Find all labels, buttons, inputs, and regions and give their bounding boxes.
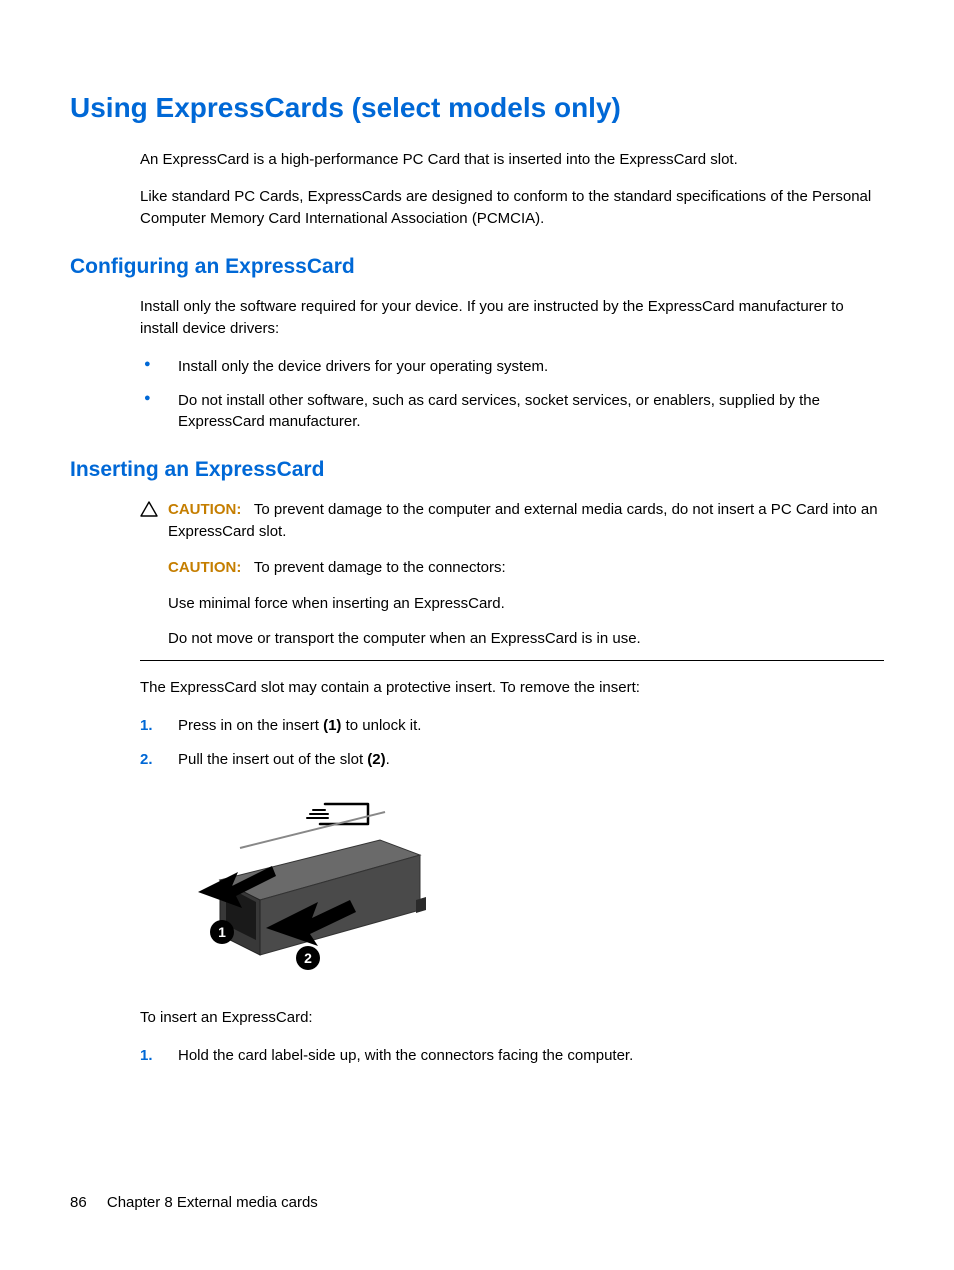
- intro-paragraph-2: Like standard PC Cards, ExpressCards are…: [140, 186, 884, 230]
- step-number: 1.: [140, 1045, 153, 1067]
- step-callout-bold: (1): [323, 717, 341, 734]
- caution-block: CAUTION: To prevent damage to the comput…: [140, 499, 884, 661]
- insert-intro: To insert an ExpressCard:: [140, 1007, 884, 1029]
- list-item: 2. Pull the insert out of the slot (2).: [140, 749, 884, 771]
- step-text: Hold the card label-side up, with the co…: [178, 1047, 633, 1064]
- bullet-item: Do not install other software, such as c…: [140, 390, 884, 434]
- bullet-item: Install only the device drivers for your…: [140, 356, 884, 378]
- remove-insert-intro: The ExpressCard slot may contain a prote…: [140, 677, 884, 699]
- page-container: Using ExpressCards (select models only) …: [0, 0, 954, 1270]
- step-number: 2.: [140, 749, 153, 771]
- section1-body: Install only the software required for y…: [140, 296, 884, 433]
- page-number: 86: [70, 1194, 87, 1211]
- section-heading-inserting: Inserting an ExpressCard: [70, 455, 884, 485]
- page-title: Using ExpressCards (select models only): [70, 88, 884, 129]
- step-number: 1.: [140, 715, 153, 737]
- chapter-label: Chapter 8 External media cards: [107, 1194, 318, 1211]
- caution-paragraph-2: CAUTION: To prevent damage to the connec…: [168, 557, 884, 579]
- section2-body: The ExpressCard slot may contain a prote…: [140, 677, 884, 1067]
- caution-text-1: To prevent damage to the computer and ex…: [168, 501, 878, 540]
- caution-label: CAUTION:: [168, 559, 241, 576]
- step-callout-bold: (2): [367, 751, 385, 768]
- caution-icon: [140, 501, 158, 524]
- page-footer: 86 Chapter 8 External media cards: [70, 1192, 318, 1214]
- list-item: 1. Press in on the insert (1) to unlock …: [140, 715, 884, 737]
- list-item: 1. Hold the card label-side up, with the…: [140, 1045, 884, 1067]
- caution-label: CAUTION:: [168, 501, 241, 518]
- expresscard-figure: 1 2: [180, 790, 884, 987]
- caution-paragraph-4: Do not move or transport the computer wh…: [168, 628, 884, 650]
- caution-paragraph-3: Use minimal force when inserting an Expr…: [168, 593, 884, 615]
- caution-text-2: To prevent damage to the connectors:: [254, 559, 506, 576]
- caution-paragraph-1: CAUTION: To prevent damage to the comput…: [168, 499, 884, 543]
- remove-steps-list: 1. Press in on the insert (1) to unlock …: [140, 715, 884, 771]
- step-text-post: to unlock it.: [341, 717, 421, 734]
- insert-steps-list: 1. Hold the card label-side up, with the…: [140, 1045, 884, 1067]
- step-text-pre: Pull the insert out of the slot: [178, 751, 367, 768]
- svg-text:2: 2: [304, 950, 312, 966]
- intro-block: An ExpressCard is a high-performance PC …: [140, 149, 884, 230]
- svg-text:1: 1: [218, 924, 226, 940]
- step-text-pre: Press in on the insert: [178, 717, 323, 734]
- step-text-post: .: [386, 751, 390, 768]
- intro-paragraph-1: An ExpressCard is a high-performance PC …: [140, 149, 884, 171]
- section-heading-configuring: Configuring an ExpressCard: [70, 252, 884, 282]
- section1-bullet-list: Install only the device drivers for your…: [140, 356, 884, 433]
- section1-paragraph: Install only the software required for y…: [140, 296, 884, 340]
